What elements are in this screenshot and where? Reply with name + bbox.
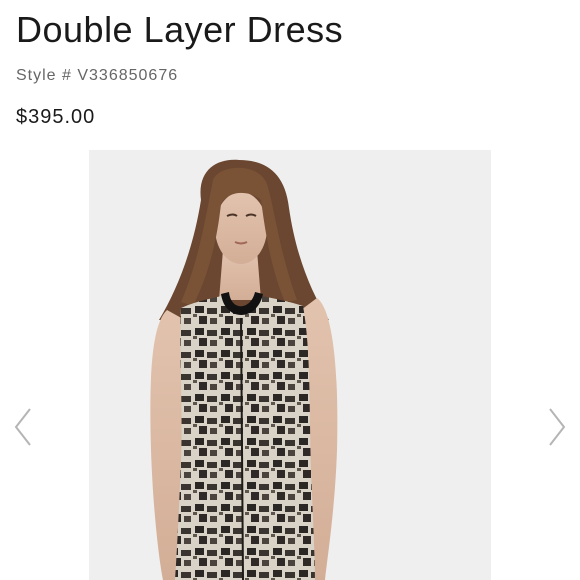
chevron-right-icon: [549, 408, 566, 446]
image-carousel: [0, 150, 580, 580]
model-photo: [89, 150, 491, 580]
previous-image-button[interactable]: [8, 405, 36, 449]
chevron-left-icon: [14, 408, 31, 446]
style-number: Style # V336850676: [16, 67, 179, 84]
next-image-button[interactable]: [544, 405, 572, 449]
product-title: Double Layer Dress: [16, 9, 344, 50]
product-page: Double Layer Dress Style # V336850676 $3…: [0, 0, 580, 580]
product-image[interactable]: [89, 150, 491, 580]
product-price: $395.00: [16, 106, 96, 128]
